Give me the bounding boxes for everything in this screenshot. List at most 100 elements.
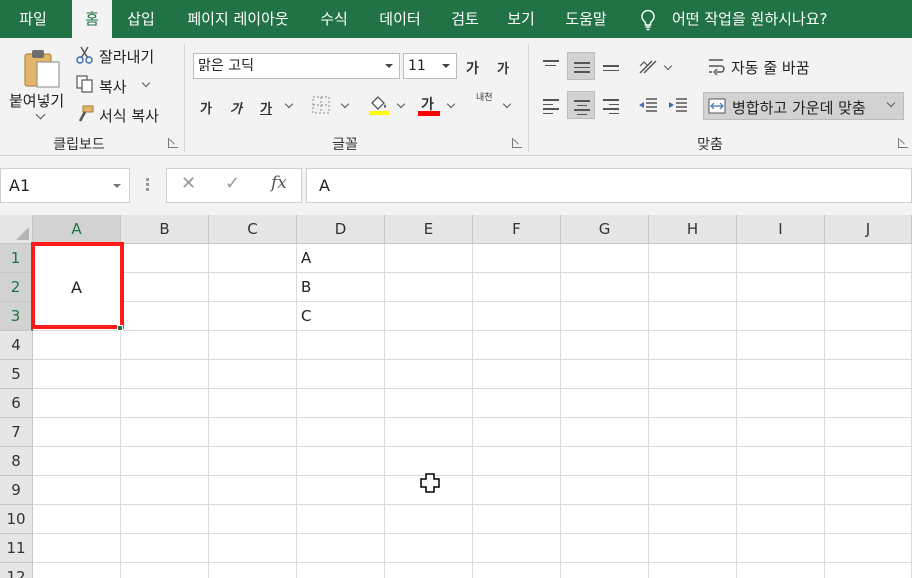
tab-insert[interactable]: 삽입 bbox=[116, 0, 166, 38]
row-header-12[interactable]: 12 bbox=[0, 563, 33, 578]
cell[interactable] bbox=[297, 331, 385, 360]
cell[interactable] bbox=[33, 360, 121, 389]
row-header-6[interactable]: 6 bbox=[0, 389, 33, 418]
cell[interactable] bbox=[385, 418, 473, 447]
select-all-button[interactable] bbox=[0, 215, 33, 244]
cell[interactable] bbox=[825, 418, 912, 447]
cell[interactable] bbox=[825, 360, 912, 389]
cell[interactable] bbox=[737, 389, 825, 418]
cell[interactable] bbox=[33, 447, 121, 476]
cell[interactable] bbox=[33, 476, 121, 505]
grow-font-button[interactable]: 가 bbox=[466, 58, 479, 78]
row-header-9[interactable]: 9 bbox=[0, 476, 33, 505]
cut-button[interactable]: 잘라내기 bbox=[99, 46, 154, 67]
cell[interactable] bbox=[121, 331, 209, 360]
cell[interactable] bbox=[737, 563, 825, 578]
cell[interactable] bbox=[473, 534, 561, 563]
cell[interactable] bbox=[297, 534, 385, 563]
row-header-5[interactable]: 5 bbox=[0, 360, 33, 389]
enter-icon[interactable]: ✓ bbox=[225, 173, 240, 194]
cell[interactable] bbox=[561, 360, 649, 389]
column-header-e[interactable]: E bbox=[385, 215, 473, 244]
cell[interactable] bbox=[385, 273, 473, 302]
clipboard-launcher-icon[interactable] bbox=[168, 138, 178, 148]
format-painter-button[interactable]: 서식 복사 bbox=[99, 105, 159, 126]
cell[interactable] bbox=[825, 563, 912, 578]
cell[interactable] bbox=[649, 447, 737, 476]
cell-d3[interactable]: C bbox=[297, 302, 385, 331]
cell[interactable] bbox=[209, 244, 297, 273]
phonetic-dropdown-icon[interactable] bbox=[502, 99, 512, 109]
phonetic-guide-button[interactable]: 내천 bbox=[476, 94, 493, 103]
align-left-button[interactable] bbox=[537, 91, 565, 119]
cell[interactable] bbox=[561, 418, 649, 447]
fill-color-icon[interactable] bbox=[368, 93, 390, 115]
cell[interactable] bbox=[561, 389, 649, 418]
row-header-4[interactable]: 4 bbox=[0, 331, 33, 360]
fill-handle[interactable] bbox=[117, 325, 123, 331]
shrink-font-button[interactable]: 가 bbox=[497, 58, 509, 77]
row-header-10[interactable]: 10 bbox=[0, 505, 33, 534]
cell[interactable] bbox=[209, 418, 297, 447]
name-box[interactable]: A1 bbox=[0, 168, 130, 203]
cell[interactable] bbox=[473, 302, 561, 331]
cell[interactable] bbox=[561, 476, 649, 505]
font-color-dropdown-icon[interactable] bbox=[446, 99, 456, 109]
column-header-h[interactable]: H bbox=[649, 215, 737, 244]
merge-center-button[interactable]: 병합하고 가운데 맞춤 bbox=[703, 92, 904, 120]
cell[interactable] bbox=[825, 331, 912, 360]
underline-dropdown-icon[interactable] bbox=[284, 99, 294, 109]
cell[interactable] bbox=[473, 360, 561, 389]
cell[interactable] bbox=[121, 418, 209, 447]
increase-indent-icon[interactable] bbox=[668, 97, 688, 113]
cell[interactable] bbox=[209, 331, 297, 360]
underline-button[interactable]: 가 bbox=[260, 98, 272, 117]
cell[interactable] bbox=[385, 534, 473, 563]
cell[interactable] bbox=[33, 505, 121, 534]
cell[interactable] bbox=[561, 331, 649, 360]
cancel-icon[interactable]: ✕ bbox=[181, 173, 196, 194]
row-header-8[interactable]: 8 bbox=[0, 447, 33, 476]
cell[interactable] bbox=[649, 360, 737, 389]
italic-button[interactable]: 가 bbox=[230, 98, 242, 117]
cell[interactable] bbox=[297, 476, 385, 505]
cell[interactable] bbox=[121, 563, 209, 578]
paste-button[interactable]: 붙여넣기 bbox=[9, 90, 64, 111]
column-header-c[interactable]: C bbox=[209, 215, 297, 244]
cell[interactable] bbox=[649, 505, 737, 534]
cell[interactable] bbox=[649, 534, 737, 563]
align-bottom-button[interactable] bbox=[597, 52, 625, 80]
cell[interactable] bbox=[209, 447, 297, 476]
cell[interactable] bbox=[737, 331, 825, 360]
tab-data[interactable]: 데이터 bbox=[368, 0, 432, 38]
cell[interactable] bbox=[297, 563, 385, 578]
cell[interactable] bbox=[825, 476, 912, 505]
align-right-button[interactable] bbox=[597, 91, 625, 119]
cell[interactable] bbox=[209, 360, 297, 389]
cell[interactable] bbox=[385, 563, 473, 578]
column-header-a[interactable]: A bbox=[33, 215, 121, 244]
cell[interactable] bbox=[121, 447, 209, 476]
cell[interactable] bbox=[121, 360, 209, 389]
bold-button[interactable]: 가 bbox=[200, 98, 212, 117]
cell[interactable] bbox=[473, 476, 561, 505]
cell[interactable] bbox=[473, 244, 561, 273]
row-header-7[interactable]: 7 bbox=[0, 418, 33, 447]
row-header-2[interactable]: 2 bbox=[0, 273, 33, 302]
cell[interactable] bbox=[649, 273, 737, 302]
cell[interactable] bbox=[121, 244, 209, 273]
name-box-dropdown-icon[interactable] bbox=[113, 184, 121, 188]
row-header-1[interactable]: 1 bbox=[0, 244, 33, 273]
tab-page-layout[interactable]: 페이지 레이아웃 bbox=[174, 0, 302, 38]
font-name-dropdown-icon[interactable] bbox=[385, 64, 393, 68]
column-header-b[interactable]: B bbox=[121, 215, 209, 244]
cell[interactable] bbox=[297, 389, 385, 418]
cell[interactable] bbox=[209, 505, 297, 534]
cell[interactable] bbox=[209, 389, 297, 418]
border-icon[interactable] bbox=[312, 96, 330, 114]
cell[interactable] bbox=[825, 244, 912, 273]
tab-help[interactable]: 도움말 bbox=[554, 0, 618, 38]
formula-input[interactable]: A bbox=[306, 168, 912, 203]
cell[interactable] bbox=[825, 447, 912, 476]
cell[interactable] bbox=[385, 447, 473, 476]
